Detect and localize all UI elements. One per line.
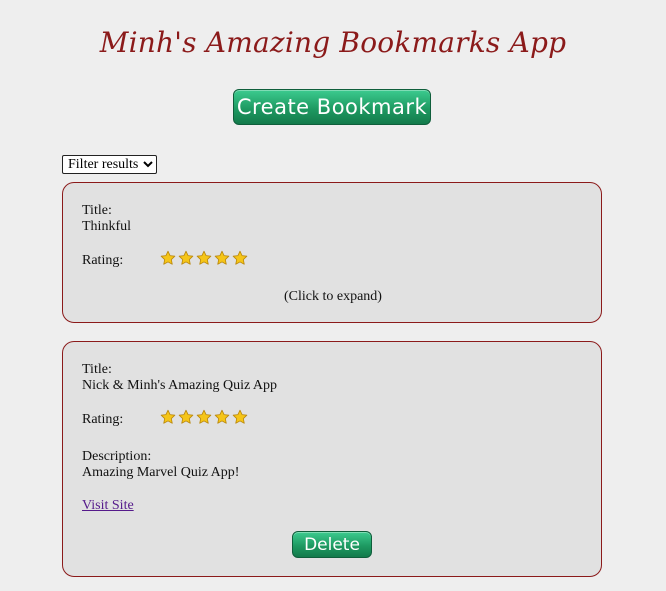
bookmark-card: Title: Nick & Minh's Amazing Quiz App Ra… xyxy=(62,341,602,577)
star-icon xyxy=(196,250,212,265)
description-label: Description: xyxy=(82,449,152,464)
star-icon xyxy=(178,409,194,424)
title-label: Title: xyxy=(82,362,112,377)
star-rating xyxy=(160,409,248,425)
star-icon xyxy=(196,409,212,424)
create-bookmark-button[interactable]: Create Bookmark xyxy=(233,89,431,125)
star-icon xyxy=(232,250,248,265)
delete-button[interactable]: Delete xyxy=(292,531,372,558)
rating-row: Rating: xyxy=(82,250,248,269)
app-title: Minh's Amazing Bookmarks App xyxy=(99,26,567,59)
star-icon xyxy=(214,250,230,265)
filter-results-select[interactable]: Filter results xyxy=(62,155,157,174)
bookmark-title: Thinkful xyxy=(82,219,131,234)
star-icon xyxy=(160,250,176,265)
star-icon xyxy=(178,250,194,265)
expand-hint[interactable]: (Click to expand) xyxy=(63,289,603,305)
bookmark-title: Nick & Minh's Amazing Quiz App xyxy=(82,378,278,393)
bookmark-card[interactable]: Title: Thinkful Rating: (Click to expand… xyxy=(62,182,602,323)
rating-label: Rating: xyxy=(82,253,124,268)
star-icon xyxy=(232,409,248,424)
visit-site-link[interactable]: Visit Site xyxy=(82,498,134,514)
rating-row: Rating: xyxy=(82,409,248,428)
title-label: Title: xyxy=(82,203,112,218)
star-icon xyxy=(214,409,230,424)
star-icon xyxy=(160,409,176,424)
bookmark-description: Amazing Marvel Quiz App! xyxy=(82,465,240,480)
rating-label: Rating: xyxy=(82,412,124,427)
star-rating xyxy=(160,250,248,266)
